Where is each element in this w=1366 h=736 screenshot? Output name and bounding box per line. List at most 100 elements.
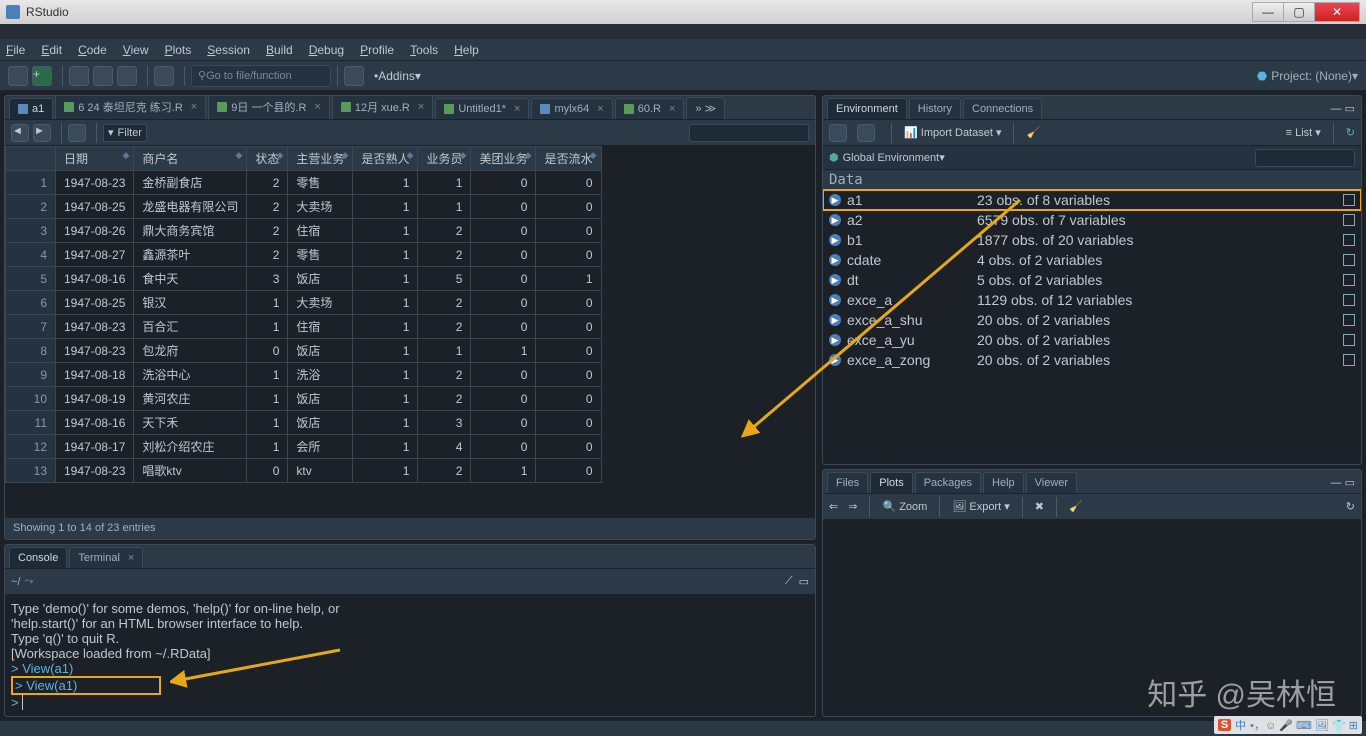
- source-tab[interactable]: 9日 一个县的.R×: [208, 96, 330, 119]
- source-tab[interactable]: 12月 xue.R×: [332, 96, 433, 119]
- plots-tab-viewer[interactable]: Viewer: [1026, 472, 1077, 493]
- menu-session[interactable]: Session: [207, 43, 250, 57]
- import-dataset-menu[interactable]: 📊 Import Dataset ▾: [904, 126, 1001, 139]
- maximize-pane-icon[interactable]: ▭: [1345, 103, 1355, 115]
- minimize-pane-icon[interactable]: —: [1331, 103, 1342, 115]
- table-row[interactable]: 61947-08-25银汉1大卖场1200: [6, 291, 602, 315]
- env-tab-connections[interactable]: Connections: [963, 98, 1042, 119]
- expand-icon[interactable]: ▶: [829, 294, 841, 306]
- prev-plot-button[interactable]: ⇐: [829, 500, 838, 513]
- menu-help[interactable]: Help: [454, 43, 479, 57]
- maximize-button[interactable]: ▢: [1283, 2, 1315, 22]
- clear-env-button[interactable]: 🧹: [1026, 126, 1040, 139]
- view-data-icon[interactable]: [1343, 354, 1355, 366]
- view-data-icon[interactable]: [1343, 194, 1355, 206]
- close-tab-icon[interactable]: ×: [669, 103, 675, 115]
- forward-button[interactable]: ►: [33, 124, 51, 142]
- view-data-icon[interactable]: [1343, 234, 1355, 246]
- source-tab[interactable]: 60.R×: [615, 98, 685, 119]
- table-row[interactable]: 21947-08-25龙盛电器有限公司2大卖场1100: [6, 195, 602, 219]
- back-button[interactable]: ◄: [11, 124, 29, 142]
- col-header[interactable]: 商户名◆: [134, 147, 247, 171]
- col-header[interactable]: 主营业务◆: [288, 147, 353, 171]
- env-item[interactable]: ▶cdate4 obs. of 2 variables: [823, 250, 1361, 270]
- console-options-button[interactable]: ▭: [799, 575, 809, 588]
- env-item[interactable]: ▶a123 obs. of 8 variables: [823, 190, 1361, 210]
- close-tab-icon[interactable]: ×: [191, 101, 197, 113]
- view-data-icon[interactable]: [1343, 274, 1355, 286]
- addins-menu[interactable]: • Addins ▾: [374, 69, 421, 83]
- new-project-button[interactable]: +: [32, 66, 52, 86]
- source-tab[interactable]: mylx64×: [531, 98, 612, 119]
- filter-input[interactable]: ▾ Filter: [103, 124, 147, 142]
- env-item[interactable]: ▶exce_a_yu20 obs. of 2 variables: [823, 330, 1361, 350]
- next-plot-button[interactable]: ⇒: [848, 500, 857, 513]
- clear-plots-button[interactable]: 🧹: [1069, 500, 1083, 513]
- col-header[interactable]: 日期◆: [56, 147, 134, 171]
- close-tab-icon[interactable]: ×: [418, 101, 424, 113]
- new-file-button[interactable]: [8, 66, 28, 86]
- table-row[interactable]: 131947-08-23唱歌ktv0ktv1210: [6, 459, 602, 483]
- menu-code[interactable]: Code: [78, 43, 107, 57]
- table-row[interactable]: 41947-08-27鑫源茶叶2零售1200: [6, 243, 602, 267]
- project-menu[interactable]: ⬣ Project: (None) ▾: [1257, 69, 1358, 83]
- console-path-icon[interactable]: ⤳: [24, 575, 33, 588]
- console-cursor[interactable]: [22, 695, 28, 710]
- console-body[interactable]: Type 'demo()' for some demos, 'help()' f…: [5, 595, 815, 716]
- menu-tools[interactable]: Tools: [410, 43, 438, 57]
- console-tab-terminal[interactable]: Terminal ×: [69, 547, 143, 568]
- expand-icon[interactable]: ▶: [829, 254, 841, 266]
- env-list-menu[interactable]: ≡ List ▾: [1286, 126, 1321, 139]
- maximize-pane-icon[interactable]: ▭: [1345, 477, 1355, 489]
- source-tab[interactable]: Untitled1*×: [435, 98, 529, 119]
- save-button[interactable]: [93, 66, 113, 86]
- close-tab-icon[interactable]: ×: [597, 103, 603, 115]
- env-scope[interactable]: Global Environment: [843, 152, 940, 164]
- plots-tab-files[interactable]: Files: [827, 472, 868, 493]
- env-item[interactable]: ▶dt5 obs. of 2 variables: [823, 270, 1361, 290]
- env-item[interactable]: ▶exce_a1129 obs. of 12 variables: [823, 290, 1361, 310]
- table-row[interactable]: 71947-08-23百合汇1住宿1200: [6, 315, 602, 339]
- env-tab-history[interactable]: History: [909, 98, 961, 119]
- expand-icon[interactable]: ▶: [829, 214, 841, 226]
- env-item[interactable]: ▶exce_a_shu20 obs. of 2 variables: [823, 310, 1361, 330]
- table-row[interactable]: 101947-08-19黄河农庄1饭店1200: [6, 387, 602, 411]
- col-header[interactable]: 状态◆: [247, 147, 288, 171]
- remove-plot-button[interactable]: ✖: [1035, 500, 1044, 513]
- refresh-env-button[interactable]: ↻: [1346, 126, 1355, 139]
- col-header[interactable]: 美团业务◆: [471, 147, 536, 171]
- close-tab-icon[interactable]: ×: [514, 103, 520, 115]
- clear-console-button[interactable]: ⟋: [785, 575, 793, 588]
- menu-debug[interactable]: Debug: [309, 43, 344, 57]
- plots-tab-help[interactable]: Help: [983, 472, 1024, 493]
- source-tab[interactable]: 6 24 泰坦尼克 练习.R×: [55, 96, 206, 119]
- source-tab[interactable]: a1: [9, 98, 53, 119]
- menu-profile[interactable]: Profile: [360, 43, 394, 57]
- plots-tab-packages[interactable]: Packages: [915, 472, 981, 493]
- env-search-input[interactable]: [1255, 149, 1355, 167]
- minimize-pane-icon[interactable]: —: [1331, 477, 1342, 489]
- expand-icon[interactable]: ▶: [829, 194, 841, 206]
- menu-edit[interactable]: Edit: [41, 43, 62, 57]
- save-all-button[interactable]: [117, 66, 137, 86]
- open-button[interactable]: [69, 66, 89, 86]
- col-header[interactable]: 业务员◆: [418, 147, 471, 171]
- env-item[interactable]: ▶b11877 obs. of 20 variables: [823, 230, 1361, 250]
- table-row[interactable]: 91947-08-18洗浴中心1洗浴1200: [6, 363, 602, 387]
- col-header[interactable]: 是否熟人◆: [353, 147, 418, 171]
- table-row[interactable]: 51947-08-16食中天3饭店1501: [6, 267, 602, 291]
- close-tab-icon[interactable]: ×: [128, 552, 134, 564]
- show-source-button[interactable]: [68, 124, 86, 142]
- save-workspace-button[interactable]: [857, 124, 875, 142]
- table-row[interactable]: 121947-08-17刘松介绍农庄1会所1400: [6, 435, 602, 459]
- console-tab-console[interactable]: Console: [9, 547, 67, 568]
- view-data-icon[interactable]: [1343, 254, 1355, 266]
- expand-icon[interactable]: ▶: [829, 314, 841, 326]
- tabs-overflow[interactable]: » ≫: [686, 97, 725, 119]
- data-grid[interactable]: 日期◆商户名◆状态◆主营业务◆是否熟人◆业务员◆美团业务◆是否流水◆11947-…: [5, 146, 815, 517]
- minimize-button[interactable]: —: [1252, 2, 1284, 22]
- load-workspace-button[interactable]: [829, 124, 847, 142]
- go-to-file-input[interactable]: ⚲ Go to file/function: [191, 65, 331, 87]
- table-row[interactable]: 11947-08-23金桥副食店2零售1100: [6, 171, 602, 195]
- refresh-plots-button[interactable]: ↻: [1346, 500, 1355, 513]
